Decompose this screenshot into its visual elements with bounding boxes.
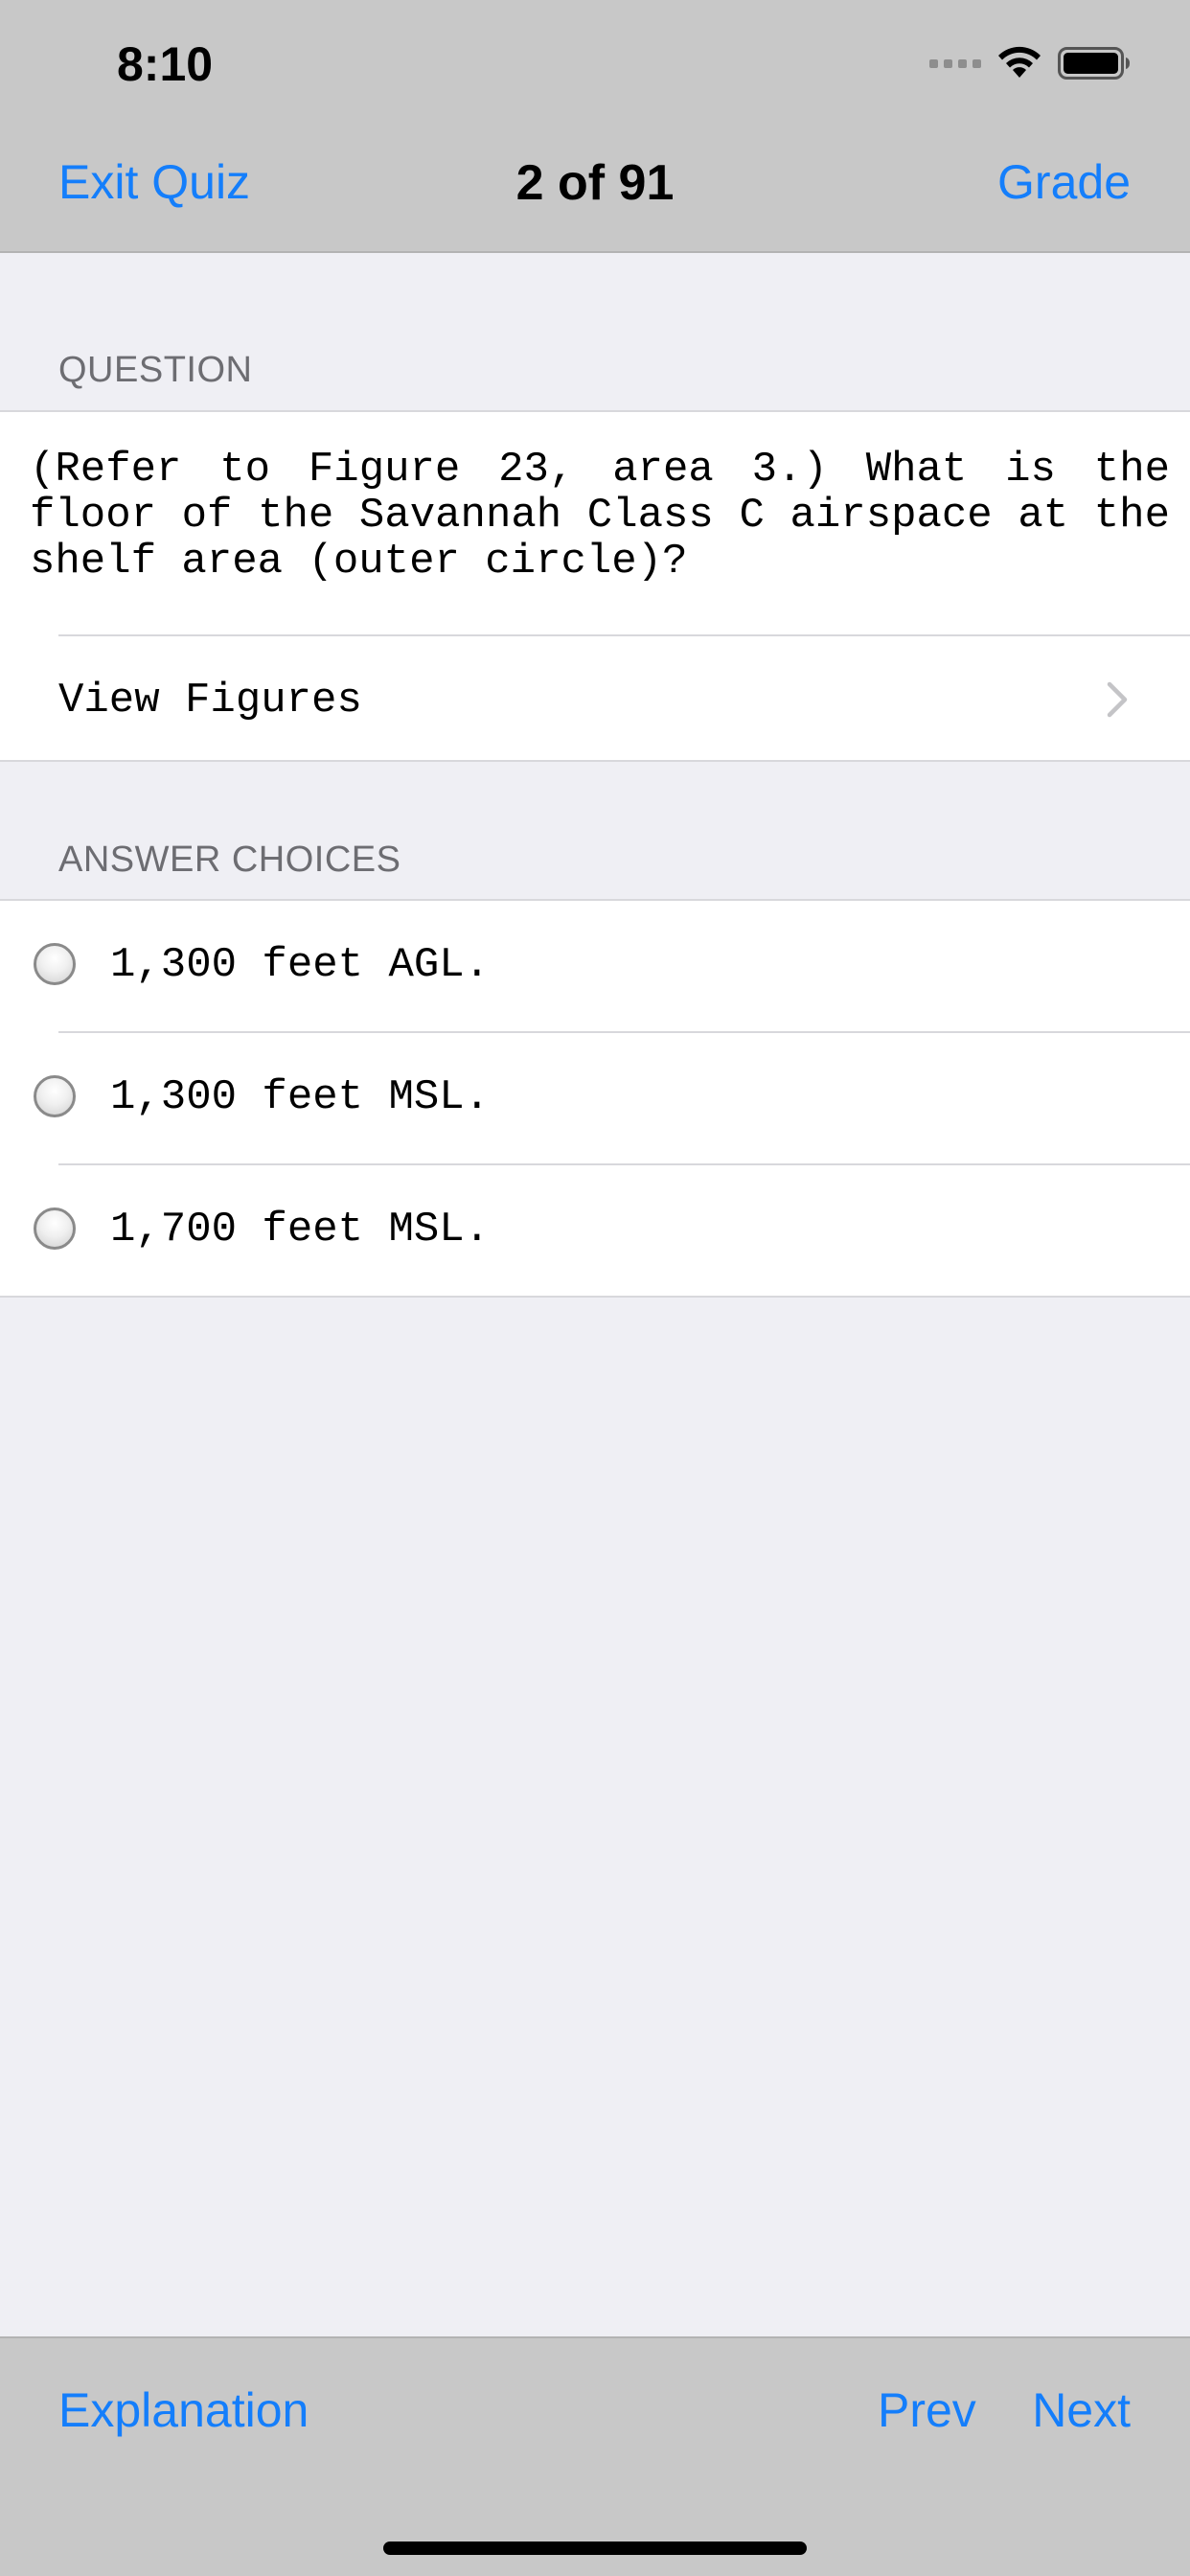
bottom-toolbar: Explanation Prev Next (0, 2336, 1190, 2576)
answer-choice-3[interactable]: 1,700 feet MSL. (0, 1165, 1190, 1296)
question-text: (Refer to Figure 23, area 3.) What is th… (30, 446, 1170, 586)
answer-choice-label: 1,300 feet MSL. (110, 1073, 491, 1121)
grade-button[interactable]: Grade (997, 158, 1131, 206)
status-time: 8:10 (117, 37, 214, 91)
question-section-header: QUESTION (58, 350, 253, 390)
chevron-right-icon (1107, 681, 1128, 718)
prev-button[interactable]: Prev (878, 2386, 976, 2434)
next-button[interactable]: Next (1032, 2386, 1131, 2434)
view-figures-row[interactable]: View Figures (0, 636, 1190, 763)
navigation-bar: 8:10 Exit Quiz 2 of 91 Grade (0, 0, 1190, 253)
answer-choice-label: 1,700 feet MSL. (110, 1206, 491, 1254)
exit-quiz-button[interactable]: Exit Quiz (58, 158, 250, 206)
status-icons (929, 44, 1131, 82)
explanation-button[interactable]: Explanation (58, 2386, 309, 2434)
answer-choice-2[interactable]: 1,300 feet MSL. (0, 1033, 1190, 1163)
home-indicator[interactable] (383, 2542, 807, 2555)
radio-button-icon[interactable] (34, 1075, 76, 1117)
radio-button-icon[interactable] (34, 1208, 76, 1250)
view-figures-label: View Figures (58, 677, 362, 724)
radio-button-icon[interactable] (34, 943, 76, 985)
answers-section-header: ANSWER CHOICES (58, 840, 401, 880)
battery-icon (1058, 47, 1130, 80)
answers-group: 1,300 feet AGL. 1,300 feet MSL. 1,700 fe… (0, 899, 1190, 1298)
answer-choice-label: 1,300 feet AGL. (110, 941, 491, 989)
signal-dots-icon (929, 58, 981, 68)
wifi-icon (998, 46, 1041, 78)
question-group: (Refer to Figure 23, area 3.) What is th… (0, 410, 1190, 762)
answer-choice-1[interactable]: 1,300 feet AGL. (0, 901, 1190, 1031)
